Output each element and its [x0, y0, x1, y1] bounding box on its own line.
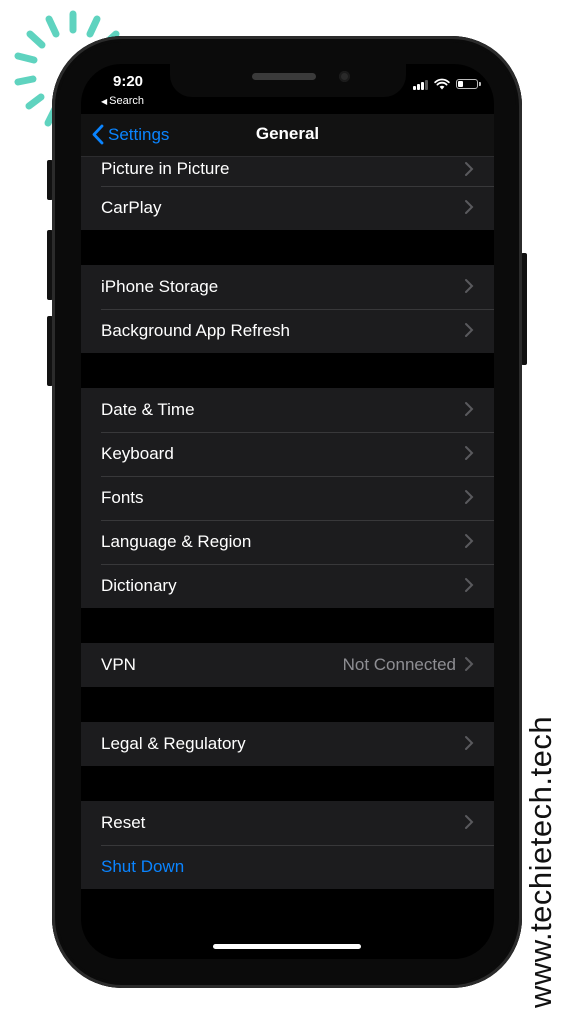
chevron-right-icon — [465, 736, 474, 750]
group-spacer — [81, 353, 494, 388]
settings-group: iPhone Storage Background App Refresh — [81, 265, 494, 353]
row-legal-regulatory[interactable]: Legal & Regulatory — [81, 722, 494, 766]
chevron-right-icon — [465, 578, 474, 592]
chevron-right-icon — [465, 279, 474, 293]
row-label: iPhone Storage — [101, 277, 219, 296]
group-spacer — [81, 766, 494, 801]
row-date-time[interactable]: Date & Time — [81, 388, 494, 432]
row-vpn[interactable]: VPN Not Connected — [81, 643, 494, 687]
settings-group: VPN Not Connected — [81, 643, 494, 687]
row-label: Picture in Picture — [101, 159, 230, 178]
shut-down-button[interactable]: Shut Down — [81, 845, 494, 889]
chevron-right-icon — [465, 200, 474, 214]
speaker-grille — [252, 73, 316, 80]
status-time: 9:20 — [113, 73, 144, 90]
status-back-label: Search — [109, 95, 145, 107]
watermark-text: www.techietech.tech — [523, 715, 558, 1008]
battery-icon — [456, 79, 481, 89]
phone-screen: 9:20 ◀ Search Settings General Picture in… — [81, 64, 494, 959]
settings-group: Picture in Picture CarPlay — [81, 157, 494, 230]
chevron-right-icon — [465, 402, 474, 416]
row-label: Language & Region — [101, 532, 252, 551]
chevron-right-icon — [465, 490, 474, 504]
chevron-right-icon — [465, 323, 474, 337]
chevron-right-icon — [465, 162, 474, 176]
wifi-icon — [434, 78, 450, 90]
group-spacer — [81, 230, 494, 265]
row-language-region[interactable]: Language & Region — [81, 520, 494, 564]
row-label: Reset — [101, 813, 146, 832]
group-spacer — [81, 608, 494, 643]
vpn-status-value: Not Connected — [342, 655, 456, 674]
chevron-right-icon — [465, 446, 474, 460]
row-carplay[interactable]: CarPlay — [81, 186, 494, 230]
row-fonts[interactable]: Fonts — [81, 476, 494, 520]
row-label: Fonts — [101, 488, 144, 507]
status-icons — [413, 78, 481, 90]
back-triangle-icon: ◀ — [101, 97, 108, 106]
navigation-bar: Settings General — [81, 114, 494, 157]
chevron-right-icon — [465, 657, 474, 671]
row-label: Shut Down — [101, 857, 185, 876]
row-keyboard[interactable]: Keyboard — [81, 432, 494, 476]
row-reset[interactable]: Reset — [81, 801, 494, 845]
row-label: Dictionary — [101, 576, 177, 595]
settings-list: Picture in Picture CarPlay iPhone Storag… — [81, 157, 494, 889]
group-spacer — [81, 687, 494, 722]
row-label: VPN — [101, 655, 136, 674]
row-label: CarPlay — [101, 198, 162, 217]
front-camera — [339, 71, 350, 82]
chevron-right-icon — [465, 534, 474, 548]
page-title: General — [255, 124, 320, 143]
row-label: Background App Refresh — [101, 321, 291, 340]
row-label: Date & Time — [101, 400, 195, 419]
cellular-signal-icon — [413, 79, 428, 90]
row-background-app-refresh[interactable]: Background App Refresh — [81, 309, 494, 353]
row-label: Keyboard — [101, 444, 174, 463]
notch — [170, 64, 406, 97]
row-dictionary[interactable]: Dictionary — [81, 564, 494, 608]
home-indicator[interactable] — [213, 944, 361, 949]
settings-group: Legal & Regulatory — [81, 722, 494, 766]
settings-group: Date & Time Keyboard Fonts Language & Re… — [81, 388, 494, 608]
chevron-right-icon — [465, 815, 474, 829]
row-label: Legal & Regulatory — [101, 734, 246, 753]
row-picture-in-picture[interactable]: Picture in Picture — [81, 157, 494, 186]
settings-group: Reset Shut Down — [81, 801, 494, 889]
status-back-search[interactable]: ◀ Search — [101, 95, 144, 107]
row-iphone-storage[interactable]: iPhone Storage — [81, 265, 494, 309]
